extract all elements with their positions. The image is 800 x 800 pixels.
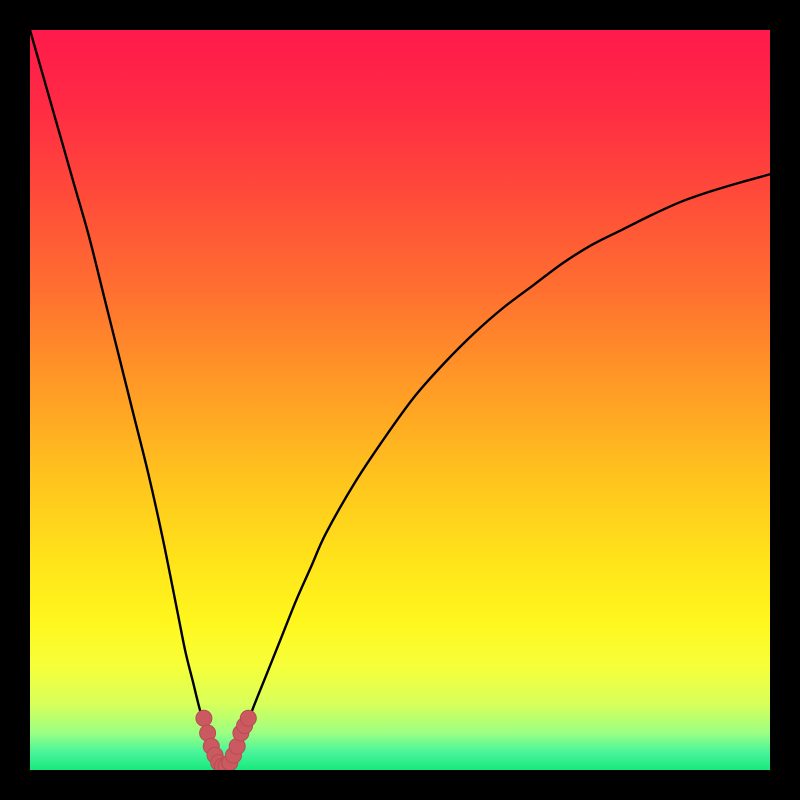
chart-canvas	[30, 30, 770, 770]
marker-dot	[196, 710, 212, 726]
gradient-background	[30, 30, 770, 770]
plot-frame: TheBottleneck.com	[30, 30, 770, 770]
marker-dot	[240, 710, 256, 726]
